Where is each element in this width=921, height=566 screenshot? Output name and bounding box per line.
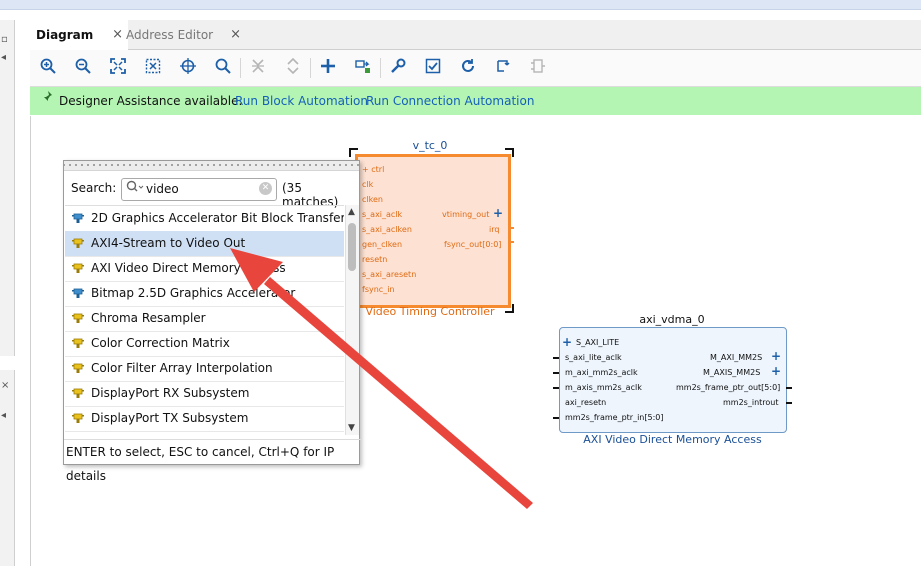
annotation-arrow [230,248,533,509]
